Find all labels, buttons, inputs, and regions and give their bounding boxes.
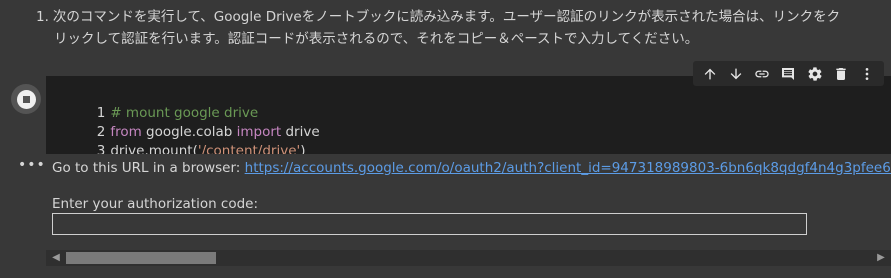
auth-code-label: Enter your authorization code:: [52, 196, 259, 212]
trash-icon: [836, 67, 846, 80]
instruction-line-1: 次のコマンドを実行して、Google Driveをノートブックに読み込みます。ユ…: [52, 9, 841, 25]
more-button[interactable]: [856, 63, 878, 85]
scroll-left-icon[interactable]: ◀: [50, 252, 62, 264]
settings-button[interactable]: [804, 63, 826, 85]
output-prefix: Go to this URL in a browser:: [52, 160, 245, 176]
instruction-line-2: リックして認証を行います。認証コードが表示されるので、それをコピー＆ペーストで入…: [54, 31, 699, 47]
gear-icon: [808, 66, 822, 81]
arrow-up-icon: [704, 68, 716, 79]
output-url-line: Go to this URL in a browser: https://acc…: [52, 160, 891, 176]
code-line-1: 1 # mount google drive: [46, 85, 258, 121]
code-editor[interactable]: 1 # mount google drive 2 from google.colab…: [46, 76, 891, 159]
horizontal-scrollbar[interactable]: ◀ ▶: [46, 250, 891, 266]
auth-code-input[interactable]: [52, 213, 807, 235]
scrollbar-thumb[interactable]: [66, 252, 216, 264]
more-vert-icon: [865, 67, 869, 80]
comment-icon: [782, 67, 795, 80]
list-number: 1.: [36, 9, 49, 25]
move-down-button[interactable]: [725, 63, 747, 85]
code-line-2: 2 from google.colab import drive: [46, 104, 320, 140]
link-icon: [755, 70, 770, 77]
auth-url-link[interactable]: https://accounts.google.com/o/oauth2/aut…: [245, 160, 891, 176]
arrow-down-icon: [730, 68, 742, 79]
comment-button[interactable]: [777, 63, 799, 85]
scroll-right-icon[interactable]: ▶: [875, 252, 887, 264]
markdown-instructions: 1. 次のコマンドを実行して、Google Driveをノートブックに読み込みます…: [36, 6, 886, 50]
link-button[interactable]: [751, 63, 773, 85]
output-menu-button[interactable]: •••: [18, 158, 45, 174]
cell-toolbar: [693, 61, 884, 86]
move-up-button[interactable]: [699, 63, 721, 85]
run-cell-button[interactable]: [11, 84, 41, 114]
code-line-3: 3 drive.mount('/content/drive'): [46, 123, 306, 159]
delete-button[interactable]: [830, 63, 852, 85]
stop-icon: [16, 89, 36, 109]
